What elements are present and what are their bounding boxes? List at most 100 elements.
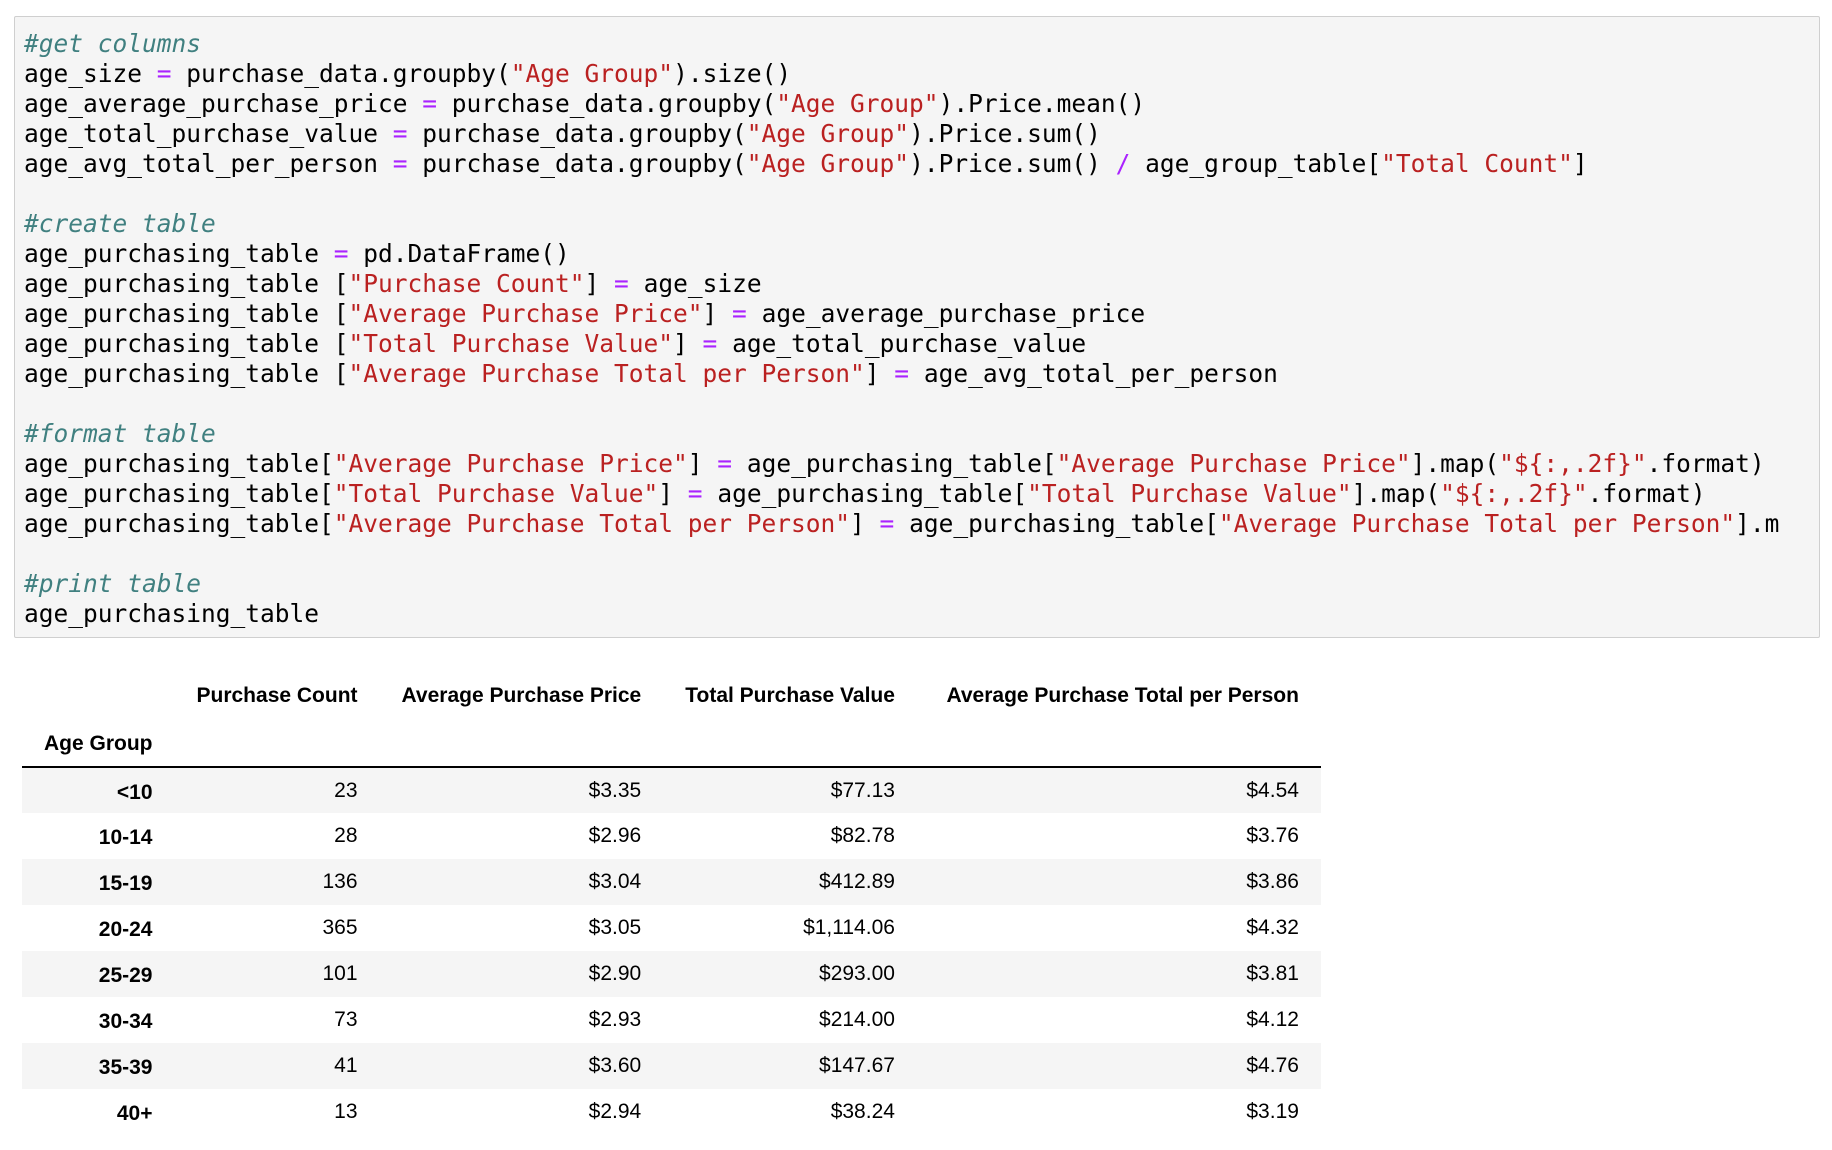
code-token: age_purchasing_table [ (24, 329, 349, 358)
code-line: age_purchasing_table (24, 599, 1779, 629)
code-line: age_purchasing_table ["Average Purchase … (24, 299, 1779, 329)
code-string: "Average Purchase Price" (348, 299, 703, 328)
row-label: 30-34 (98, 1010, 153, 1033)
header-blank-cell (175, 722, 380, 767)
code-token: pd.DataFrame() (348, 239, 570, 268)
code-string: "Average Purchase Price" (333, 449, 688, 478)
code-line: age_avg_total_per_person = purchase_data… (24, 149, 1779, 179)
table-cell: 41 (334, 1054, 358, 1077)
code-operator: = (894, 359, 910, 388)
table-cell: $3.76 (1246, 824, 1299, 847)
table-cell: 73 (334, 1008, 358, 1031)
code-string: "Total Purchase Value" (1027, 479, 1352, 508)
table-row: 15-19 136 $3.04 $412.89 $3.86 (22, 859, 1321, 905)
code-token: ].m (1735, 509, 1780, 538)
code-editor[interactable]: #get columns age_size = purchase_data.gro… (24, 29, 1779, 629)
code-line: #get columns (24, 29, 1779, 59)
table-row: 30-34 73 $2.93 $214.00 $4.12 (22, 997, 1321, 1043)
index-name-row: Age Group (22, 722, 1321, 767)
index-name: Age Group (44, 732, 153, 755)
code-token: purchase_data.groupby( (407, 149, 747, 178)
table-cell: $3.86 (1246, 870, 1299, 893)
table-cell: $4.54 (1246, 778, 1299, 802)
row-label: <10 (116, 780, 153, 804)
table-cell: $3.04 (588, 870, 642, 893)
table-cell: $147.67 (819, 1054, 895, 1077)
row-label: 10-14 (98, 826, 153, 849)
code-string: "${:,.2f}" (1440, 479, 1588, 508)
table-cell: $82.78 (830, 824, 895, 847)
code-string: "${:,.2f}" (1499, 449, 1647, 478)
table-cell: 13 (334, 1100, 358, 1123)
code-line: #create table (24, 209, 1779, 239)
code-operator: = (333, 239, 349, 268)
table-cell: $77.13 (830, 778, 895, 802)
table-cell: $2.93 (588, 1008, 642, 1031)
code-line: #format table (24, 419, 1779, 449)
table-cell: $2.90 (588, 962, 642, 985)
code-comment: #create table (24, 209, 216, 238)
code-token: age_purchasing_table[ (24, 449, 334, 478)
code-token: ] (864, 359, 895, 388)
code-token: age_avg_total_per_person (24, 149, 393, 178)
code-token: age_avg_total_per_person (909, 359, 1278, 388)
row-label: 15-19 (98, 872, 153, 895)
dataframe-table: Purchase Count Average Purchase Price To… (22, 670, 1321, 1135)
code-token: purchase_data.groupby( (437, 89, 777, 118)
code-token: age_purchasing_table[ (702, 479, 1028, 508)
code-cell[interactable]: #get columns age_size = purchase_data.gro… (14, 16, 1820, 638)
code-token: age_purchasing_table[ (894, 509, 1219, 538)
header-blank-cell (380, 722, 664, 767)
code-token: ] (702, 299, 733, 328)
code-token: ].map( (1351, 479, 1441, 508)
code-string: "Total Purchase Value" (333, 479, 659, 508)
table-row: 10-14 28 $2.96 $82.78 $3.76 (22, 813, 1321, 859)
code-token: age_size (628, 269, 762, 298)
code-line: age_average_purchase_price = purchase_da… (24, 89, 1779, 119)
code-token: ] (850, 509, 880, 538)
table-cell: $4.12 (1246, 1008, 1299, 1031)
table-cell: $1,114.06 (803, 916, 895, 939)
column-header-row: Purchase Count Average Purchase Price To… (22, 670, 1321, 722)
column-header: Total Purchase Value (685, 684, 895, 707)
code-operator: = (422, 89, 438, 118)
row-label: 40+ (116, 1102, 153, 1125)
row-label: 20-24 (98, 918, 153, 941)
table-row: 40+ 13 $2.94 $38.24 $3.19 (22, 1089, 1321, 1135)
table-cell: $4.32 (1246, 916, 1299, 939)
code-comment: #format table (24, 419, 216, 448)
table-cell: $412.89 (819, 870, 895, 893)
table-cell: 101 (322, 962, 358, 985)
code-string: "Average Purchase Total per Person" (1218, 509, 1736, 538)
row-label: 25-29 (98, 964, 153, 987)
code-string: "Age Group" (746, 119, 910, 148)
table-cell: $3.35 (588, 778, 642, 802)
code-token: age_purchasing_table (24, 599, 320, 628)
code-token: .format) (1646, 449, 1765, 478)
code-comment: #get columns (24, 29, 202, 58)
code-token: age_purchasing_table[ (24, 509, 334, 538)
code-token: age_group_table[ (1130, 149, 1382, 178)
code-line: age_purchasing_table ["Purchase Count"] … (24, 269, 1779, 299)
row-label: 35-39 (98, 1056, 153, 1079)
code-string: "Age Group" (776, 89, 939, 118)
code-line: age_purchasing_table ["Total Purchase Va… (24, 329, 1779, 359)
table-cell: 136 (322, 870, 358, 893)
code-token: purchase_data.groupby( (407, 119, 747, 148)
code-line: age_size = purchase_data.groupby("Age Gr… (24, 59, 1779, 89)
column-header: Average Purchase Total per Person (946, 684, 1299, 707)
code-operator: = (732, 299, 747, 328)
code-operator: / (1115, 149, 1131, 178)
code-operator: = (614, 269, 629, 298)
code-token: ] (687, 449, 718, 478)
code-token: age_purchasing_table [ (24, 299, 349, 328)
code-token: age_purchasing_table [ (24, 359, 349, 388)
code-string: "Age Group" (746, 149, 910, 178)
code-operator: = (879, 509, 895, 538)
table-cell: $3.81 (1246, 962, 1299, 985)
code-operator: = (717, 449, 733, 478)
header-blank-cell (663, 722, 917, 767)
code-token: ).Price.mean() (938, 89, 1146, 118)
